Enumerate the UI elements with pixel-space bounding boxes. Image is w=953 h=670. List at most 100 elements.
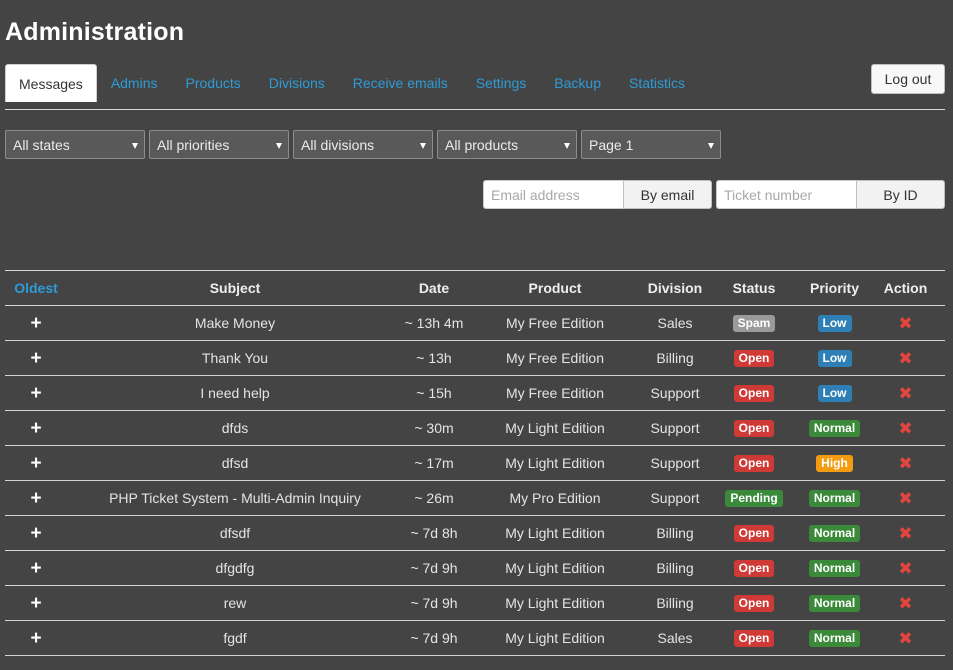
- delete-icon[interactable]: ✖: [898, 315, 912, 332]
- priority-badge: Normal: [808, 525, 861, 542]
- status-badge: Open: [733, 455, 775, 472]
- subject-cell: fgdf: [67, 620, 403, 656]
- priority-cell: Low: [803, 375, 866, 411]
- expand-cell: +: [5, 375, 67, 411]
- priority-filter-select[interactable]: All priorities: [149, 130, 289, 159]
- status-badge: Open: [733, 630, 775, 647]
- logout-button[interactable]: Log out: [871, 64, 945, 94]
- product-cell: My Light Edition: [465, 585, 645, 621]
- division-cell: Billing: [645, 340, 705, 376]
- delete-icon[interactable]: ✖: [898, 560, 912, 577]
- expand-plus-icon[interactable]: +: [30, 314, 41, 333]
- action-cell: ✖: [866, 305, 945, 341]
- delete-icon[interactable]: ✖: [898, 455, 912, 472]
- status-header: Status: [705, 270, 803, 306]
- table-row: + Thank You ~ 13h My Free Edition Billing Ope…: [5, 340, 945, 376]
- date-cell: ~ 30m: [403, 410, 465, 446]
- subject-cell: PHP Ticket System - Multi-Admin Inquiry: [67, 480, 403, 516]
- expand-plus-icon[interactable]: +: [30, 384, 41, 403]
- tab-messages[interactable]: Messages: [5, 64, 97, 102]
- delete-icon[interactable]: ✖: [898, 630, 912, 647]
- dropdown-arrow-icon: [276, 143, 282, 149]
- date-cell: ~ 7d 9h: [403, 585, 465, 621]
- search-by-email-button[interactable]: By email: [623, 180, 712, 209]
- status-cell: Pending: [705, 480, 803, 516]
- tickets-table: Oldest Subject Date Product Division Sta…: [5, 270, 945, 656]
- expand-plus-icon[interactable]: +: [30, 559, 41, 578]
- delete-icon[interactable]: ✖: [898, 385, 912, 402]
- expand-plus-icon[interactable]: +: [30, 489, 41, 508]
- ticket-number-input[interactable]: [716, 180, 856, 209]
- division-filter-select[interactable]: All divisions: [293, 130, 433, 159]
- priority-badge: Low: [817, 315, 852, 332]
- status-badge: Open: [733, 560, 775, 577]
- priority-badge: Low: [817, 350, 852, 367]
- expand-plus-icon[interactable]: +: [30, 524, 41, 543]
- tab-receive-emails[interactable]: Receive emails: [339, 64, 462, 102]
- division-header: Division: [645, 270, 705, 306]
- filter-bar: All states All priorities All divisions …: [5, 130, 725, 159]
- status-badge: Open: [733, 385, 775, 402]
- action-cell: ✖: [866, 410, 945, 446]
- status-badge: Pending: [725, 490, 783, 507]
- date-header: Date: [403, 270, 465, 306]
- priority-badge: Low: [817, 385, 852, 402]
- table-row: + dfsdf ~ 7d 8h My Light Edition Billing Open…: [5, 515, 945, 551]
- product-cell: My Light Edition: [465, 550, 645, 586]
- delete-icon[interactable]: ✖: [898, 490, 912, 507]
- table-header-row: Oldest Subject Date Product Division Sta…: [5, 270, 945, 306]
- action-cell: ✖: [866, 515, 945, 551]
- dropdown-arrow-icon: [132, 143, 138, 149]
- division-cell: Billing: [645, 550, 705, 586]
- state-filter-select[interactable]: All states: [5, 130, 145, 159]
- priority-header: Priority: [803, 270, 866, 306]
- email-search-input[interactable]: [483, 180, 623, 209]
- expand-cell: +: [5, 515, 67, 551]
- subject-cell: dfgdfg: [67, 550, 403, 586]
- date-cell: ~ 26m: [403, 480, 465, 516]
- product-cell: My Light Edition: [465, 410, 645, 446]
- status-cell: Open: [705, 445, 803, 481]
- status-cell: Open: [705, 515, 803, 551]
- tab-products[interactable]: Products: [172, 64, 255, 102]
- table-row: + fgdf ~ 7d 9h My Light Edition Sales Open Nor…: [5, 620, 945, 656]
- tab-admins[interactable]: Admins: [97, 64, 172, 102]
- division-filter-value: All divisions: [301, 136, 375, 153]
- priority-cell: Normal: [803, 480, 866, 516]
- status-badge: Open: [733, 350, 775, 367]
- page-select[interactable]: Page 1: [581, 130, 721, 159]
- dropdown-arrow-icon: [708, 143, 714, 149]
- division-cell: Support: [645, 375, 705, 411]
- tab-divisions[interactable]: Divisions: [255, 64, 339, 102]
- priority-badge: High: [816, 455, 853, 472]
- priority-badge: Normal: [808, 490, 861, 507]
- division-cell: Sales: [645, 305, 705, 341]
- expand-cell: +: [5, 620, 67, 656]
- status-cell: Open: [705, 550, 803, 586]
- page-select-value: Page 1: [589, 136, 634, 153]
- expand-plus-icon[interactable]: +: [30, 594, 41, 613]
- product-cell: My Free Edition: [465, 340, 645, 376]
- action-cell: ✖: [866, 620, 945, 656]
- product-filter-select[interactable]: All products: [437, 130, 577, 159]
- main-nav: Messages Admins Products Divisions Recei…: [5, 64, 699, 102]
- delete-icon[interactable]: ✖: [898, 525, 912, 542]
- delete-icon[interactable]: ✖: [898, 595, 912, 612]
- tab-statistics[interactable]: Statistics: [615, 64, 699, 102]
- expand-plus-icon[interactable]: +: [30, 629, 41, 648]
- expand-plus-icon[interactable]: +: [30, 454, 41, 473]
- action-cell: ✖: [866, 375, 945, 411]
- expand-plus-icon[interactable]: +: [30, 419, 41, 438]
- search-by-id-button[interactable]: By ID: [856, 180, 945, 209]
- table-row: + dfsd ~ 17m My Light Edition Support Open Hig…: [5, 445, 945, 481]
- delete-icon[interactable]: ✖: [898, 420, 912, 437]
- delete-icon[interactable]: ✖: [898, 350, 912, 367]
- priority-cell: Low: [803, 305, 866, 341]
- product-cell: My Free Edition: [465, 305, 645, 341]
- expand-plus-icon[interactable]: +: [30, 349, 41, 368]
- nav-divider: [5, 109, 945, 110]
- email-search-group: By email: [483, 180, 712, 209]
- sort-oldest-link[interactable]: Oldest: [5, 270, 67, 306]
- tab-settings[interactable]: Settings: [462, 64, 541, 102]
- tab-backup[interactable]: Backup: [540, 64, 615, 102]
